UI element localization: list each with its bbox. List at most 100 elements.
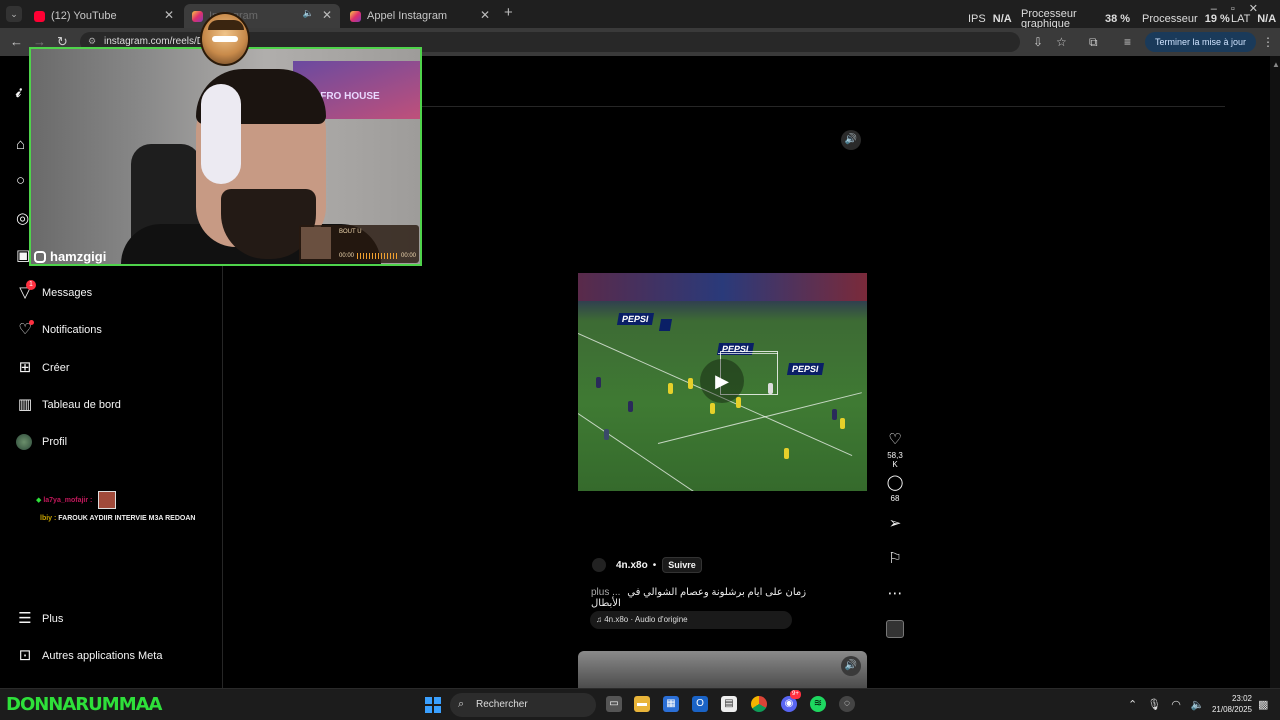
- system-tray[interactable]: ⌃🎙◠🔈: [1128, 698, 1215, 711]
- volume-icon[interactable]: 🔊: [841, 656, 861, 676]
- apps-grid-icon: ⊡: [18, 647, 32, 664]
- heart-icon: ♡: [16, 320, 34, 339]
- notification-center-icon[interactable]: ▩: [1258, 698, 1268, 711]
- update-button[interactable]: Terminer la mise à jour: [1144, 32, 1256, 52]
- streamer-mascot-avatar: [200, 12, 250, 66]
- save-button[interactable]: ⚐: [885, 549, 905, 567]
- taskbar-search[interactable]: ⌕ Rechercher: [450, 693, 596, 717]
- explore-icon[interactable]: ◎: [16, 209, 29, 227]
- streamer-handle: hamzgigi: [34, 249, 106, 264]
- window-controls[interactable]: –▫✕: [1211, 2, 1272, 15]
- sidebar-item-meta-apps[interactable]: ⊡ Autres applications Meta: [16, 647, 163, 665]
- share-button[interactable]: ➢: [885, 514, 905, 532]
- time-end: 00:00: [401, 253, 417, 259]
- time-start: 00:00: [339, 253, 355, 259]
- discord-icon[interactable]: ◉ 9+: [781, 690, 801, 712]
- home-icon[interactable]: ⌂: [16, 136, 25, 153]
- chevron-up-icon[interactable]: ⌃: [1128, 699, 1147, 711]
- menu-kebab-icon[interactable]: ⋮: [1262, 35, 1274, 49]
- pitch-ad: PEPSI: [786, 363, 824, 375]
- task-view-icon[interactable]: ▭: [606, 696, 622, 712]
- follow-button[interactable]: Suivre: [662, 557, 702, 573]
- reading-list-icon[interactable]: ≡: [1124, 35, 1131, 49]
- audio-link[interactable]: ♫ 4n.x8o · Audio d'origine: [590, 611, 792, 629]
- profile-avatar: [16, 434, 32, 450]
- sidebar-item-profile[interactable]: Profil: [16, 434, 67, 450]
- webcam-overlay: AFRO HOUSE hamzgigi BOUT U 00:00 00:00: [29, 47, 422, 266]
- page-scrollbar[interactable]: ▲: [1270, 56, 1280, 688]
- sidebar-item-messages[interactable]: ▽ 1 Messages: [16, 280, 92, 302]
- tab-youtube[interactable]: (12) YouTube ✕: [26, 4, 182, 28]
- sidebar-item-create[interactable]: ⊞ Créer: [16, 359, 70, 377]
- song-title: BOUT U: [339, 229, 362, 235]
- album-art: [301, 227, 331, 259]
- close-window-icon[interactable]: ✕: [1249, 3, 1272, 15]
- clock-date: 21/08/2025: [1211, 705, 1252, 714]
- search-icon[interactable]: ○: [16, 172, 25, 189]
- perf-ips: IPS N/A: [968, 13, 1012, 25]
- sidebar-item-label: Autres applications Meta: [42, 650, 163, 662]
- sidebar-item-label: Tableau de bord: [42, 399, 121, 411]
- store-icon[interactable]: ▦: [663, 696, 679, 712]
- stream-chat-user: ◆ la7ya_mofajir :: [36, 497, 93, 504]
- like-count: 58,3 K: [887, 451, 903, 469]
- system-clock[interactable]: 23:02 21/08/2025: [1208, 693, 1252, 715]
- audio-cover-thumbnail[interactable]: [886, 620, 904, 638]
- caption-text: زمان على ايام برشلونة وعصام الشوالي في ا…: [591, 587, 807, 609]
- comment-button[interactable]: ◯ 68: [885, 473, 905, 503]
- close-tab-icon[interactable]: ✕: [322, 8, 332, 22]
- author-username[interactable]: 4n.x8o: [616, 560, 648, 571]
- minimize-icon[interactable]: –: [1211, 3, 1231, 15]
- extensions-icon[interactable]: ⧉: [1089, 35, 1098, 50]
- tab-search-button[interactable]: ⌄: [6, 6, 22, 22]
- windows-start-icon[interactable]: [425, 697, 441, 713]
- file-explorer-icon[interactable]: ▬: [634, 696, 650, 712]
- close-tab-icon[interactable]: ✕: [480, 8, 490, 22]
- app-icon[interactable]: ◌: [839, 696, 855, 712]
- author-avatar[interactable]: [592, 558, 606, 572]
- volume-icon[interactable]: 🔊: [841, 130, 861, 150]
- perf-label: Processeur: [1142, 13, 1198, 25]
- bookmark-star-icon[interactable]: ☆: [1056, 35, 1067, 49]
- new-tab-button[interactable]: +: [504, 4, 513, 21]
- install-app-icon[interactable]: ⇩: [1033, 35, 1043, 49]
- music-note-icon: ♫: [596, 615, 605, 624]
- messages-icon: ▽ 1: [16, 280, 36, 302]
- player: [840, 418, 845, 429]
- site-info-icon[interactable]: ⚙: [88, 36, 96, 47]
- wifi-icon[interactable]: ◠: [1171, 699, 1191, 711]
- instagram-icon: [192, 10, 203, 22]
- mascot-hair: [208, 20, 244, 30]
- scroll-up-arrow[interactable]: ▲: [1272, 60, 1280, 69]
- sidebar-item-notifications[interactable]: ♡ Notifications: [16, 320, 102, 339]
- stadium-stands: [578, 273, 867, 301]
- instagram-logo-icon[interactable]: 𝒾: [16, 84, 21, 101]
- chrome-icon[interactable]: [751, 696, 767, 712]
- chat-emote: [98, 491, 116, 509]
- maximize-icon[interactable]: ▫: [1231, 3, 1249, 15]
- spotify-icon[interactable]: ≋: [810, 696, 826, 712]
- menu-icon: ☰: [18, 610, 32, 627]
- player: [736, 397, 741, 408]
- next-reel-preview[interactable]: [578, 651, 867, 688]
- microphone-icon[interactable]: 🎙: [1147, 699, 1171, 711]
- like-button[interactable]: ♡ 58,3 K: [885, 430, 905, 469]
- sidebar-item-label: Créer: [42, 362, 70, 374]
- sidebar-item-more[interactable]: ☰ Plus: [16, 610, 63, 628]
- more-options-button[interactable]: ⋯: [885, 584, 905, 602]
- speaker-icon[interactable]: 🔈: [303, 8, 314, 19]
- tab-appel-instagram[interactable]: Appel Instagram ✕: [342, 4, 498, 28]
- more-icon: ⋯: [887, 585, 903, 602]
- notepad-icon[interactable]: ▤: [721, 696, 737, 712]
- close-tab-icon[interactable]: ✕: [164, 8, 174, 22]
- play-icon[interactable]: ▶: [700, 359, 744, 403]
- sidebar-item-dashboard[interactable]: ▥ Tableau de bord: [16, 396, 121, 414]
- streamer-logo: DONNARUMMAA: [6, 694, 162, 715]
- player: [768, 383, 773, 394]
- back-icon[interactable]: ←: [10, 34, 23, 49]
- caption-more-link[interactable]: plus ...: [591, 587, 620, 598]
- heart-icon: ♡: [888, 431, 902, 448]
- instagram-icon: [350, 10, 361, 22]
- perf-label: IPS: [968, 13, 986, 25]
- outlook-icon[interactable]: O: [692, 696, 708, 712]
